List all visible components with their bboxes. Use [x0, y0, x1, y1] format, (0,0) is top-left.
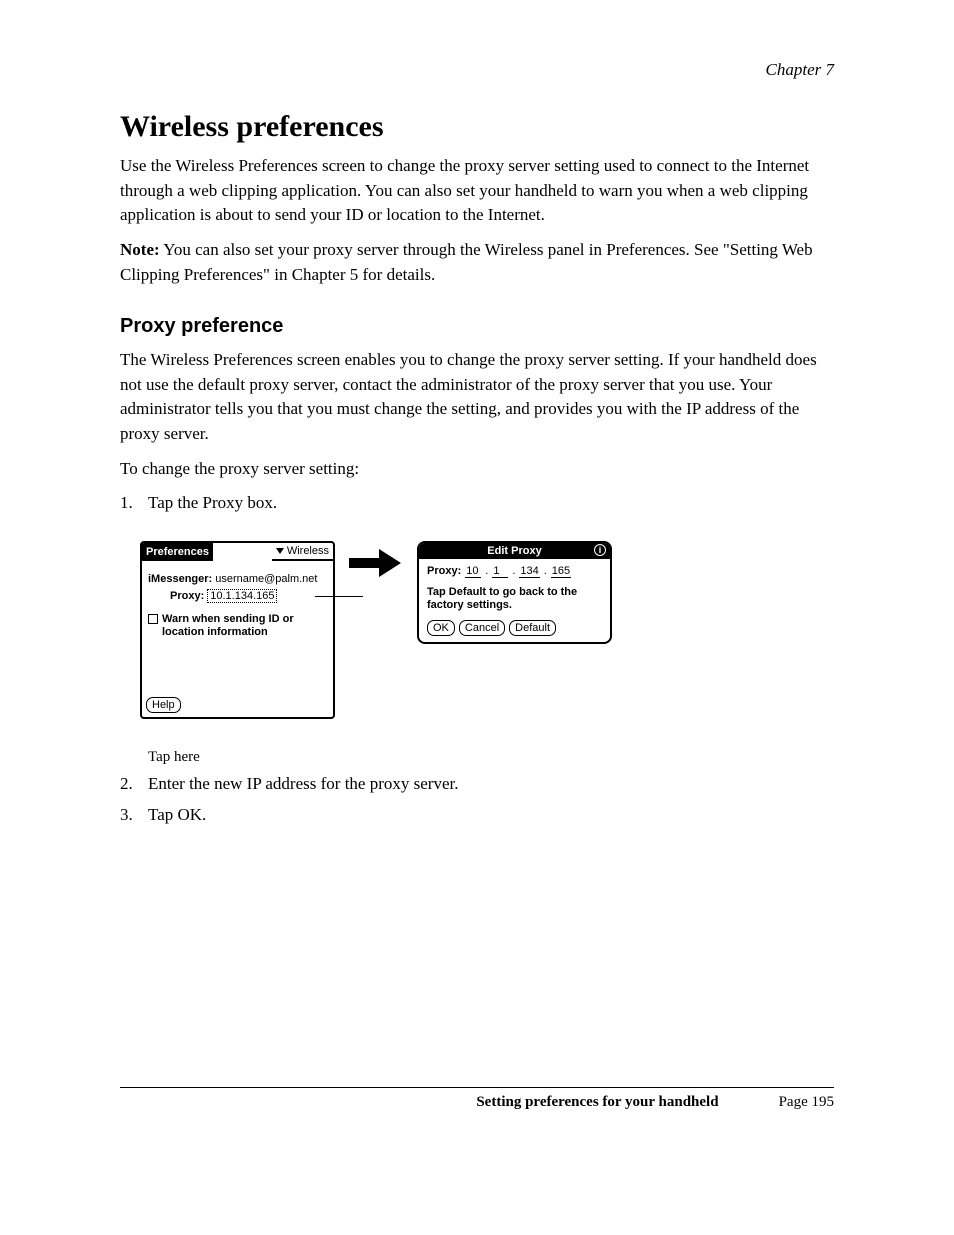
- section-intro: Use the Wireless Preferences screen to c…: [120, 154, 834, 228]
- proxy-box[interactable]: 10.1.134.165: [207, 589, 277, 603]
- steps-heading: To change the proxy server setting:: [120, 457, 834, 482]
- dialog-title-text: Edit Proxy: [487, 545, 541, 557]
- proxy-value: 10.1.134.165: [210, 590, 274, 602]
- footer-title: Setting preferences for your handheld: [476, 1094, 718, 1111]
- chapter-header: Chapter 7: [120, 60, 834, 80]
- step-2-text: Enter the new IP address for the proxy s…: [148, 774, 458, 793]
- step-2: 2.Enter the new IP address for the proxy…: [120, 772, 834, 797]
- proxy-body: The Wireless Preferences screen enables …: [120, 348, 834, 447]
- dialog-proxy-row: Proxy: 10.1.134.165: [427, 565, 602, 578]
- info-icon[interactable]: i: [594, 544, 606, 556]
- ip-seg-1[interactable]: 10: [465, 565, 481, 578]
- footer-rule: [120, 1087, 834, 1088]
- ip-seg-2[interactable]: 1: [492, 565, 508, 578]
- ok-button[interactable]: OK: [427, 620, 455, 636]
- default-button[interactable]: Default: [509, 620, 556, 636]
- proxy-heading: Proxy preference: [120, 315, 834, 338]
- step-1: 1.Tap the Proxy box.: [120, 491, 834, 516]
- category-dropdown[interactable]: Wireless: [272, 543, 333, 561]
- ip-seg-3[interactable]: 134: [519, 565, 539, 578]
- imessenger-row: iMessenger: username@palm.net: [148, 573, 327, 585]
- footer-page: Page 195: [779, 1094, 834, 1111]
- warn-label: Warn when sending ID or location informa…: [162, 613, 327, 639]
- proxy-row: Proxy: 10.1.134.165: [148, 589, 327, 603]
- dialog-title: Edit Proxy i: [419, 543, 610, 559]
- panel-title: Preferences: [142, 543, 213, 561]
- dropdown-triangle-icon: [276, 548, 284, 554]
- preferences-panel: Preferences Wireless iMessenger: usernam…: [140, 541, 335, 719]
- arrow-icon: [349, 549, 403, 577]
- section-note: Note: You can also set your proxy server…: [120, 238, 834, 287]
- dialog-message: Tap Default to go back to the factory se…: [427, 586, 602, 612]
- help-button[interactable]: Help: [146, 697, 181, 713]
- footer: Setting preferences for your handheld Pa…: [120, 1094, 834, 1111]
- imessenger-label: iMessenger:: [148, 573, 212, 585]
- callout-text: Tap here: [148, 749, 834, 766]
- section-title: Wireless preferences: [120, 110, 834, 144]
- dialog-proxy-label: Proxy:: [427, 565, 461, 577]
- ip-seg-4[interactable]: 165: [551, 565, 571, 578]
- edit-proxy-dialog: Edit Proxy i Proxy: 10.1.134.165 Tap Def…: [417, 541, 612, 644]
- callout-connector: [315, 596, 363, 597]
- note-label: Note:: [120, 240, 160, 259]
- dropdown-value: Wireless: [287, 545, 329, 557]
- step-3: 3.Tap OK.: [120, 803, 834, 828]
- warn-checkbox[interactable]: [148, 614, 158, 624]
- step-3-text: Tap OK.: [148, 805, 206, 824]
- proxy-label: Proxy:: [170, 590, 204, 602]
- imessenger-value: username@palm.net: [215, 573, 317, 585]
- cancel-button[interactable]: Cancel: [459, 620, 505, 636]
- step-1-text: Tap the Proxy box.: [148, 493, 277, 512]
- note-body: You can also set your proxy server throu…: [120, 240, 813, 284]
- figure-row: Preferences Wireless iMessenger: usernam…: [140, 541, 834, 719]
- warn-row[interactable]: Warn when sending ID or location informa…: [148, 613, 327, 639]
